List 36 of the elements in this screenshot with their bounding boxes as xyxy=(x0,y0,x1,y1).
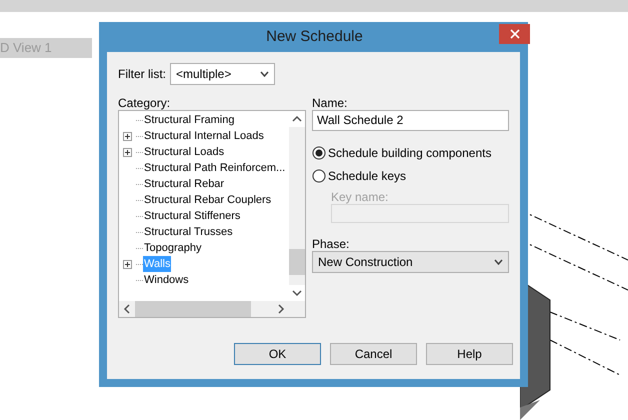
horizontal-scrollbar[interactable] xyxy=(119,301,305,317)
radio-label: Schedule keys xyxy=(328,168,406,185)
tree-item[interactable]: Topography xyxy=(143,240,202,256)
dialog-button[interactable]: Cancel xyxy=(330,343,417,365)
radio-label: Schedule building components xyxy=(328,145,492,162)
tree-item[interactable]: Structural Path Reinforcem... xyxy=(143,160,286,176)
close-button[interactable] xyxy=(499,24,530,44)
window-title: New Schedule xyxy=(266,26,363,47)
key-name-label: Key name: xyxy=(331,189,390,204)
scrollbar-thumb[interactable] xyxy=(135,301,251,317)
radio-button[interactable] xyxy=(312,169,326,183)
tree-item[interactable]: Structural Framing xyxy=(143,112,236,128)
tree-item[interactable]: Structural Trusses xyxy=(143,224,234,240)
filter-label: Filter list: xyxy=(118,66,166,83)
expand-icon[interactable] xyxy=(123,260,132,268)
expand-icon[interactable] xyxy=(123,148,132,156)
tree-item[interactable]: Structural Internal Loads xyxy=(143,128,265,144)
tree-item[interactable]: Structural Stiffeners xyxy=(143,208,242,224)
chevron-down-icon xyxy=(260,71,269,77)
tree-item[interactable]: Structural Rebar Couplers xyxy=(143,192,272,208)
phase-label: Phase: xyxy=(312,236,350,251)
dialog-button[interactable]: Help xyxy=(426,343,513,365)
filter-dropdown[interactable]: <multiple> xyxy=(170,63,275,85)
expand-icon[interactable] xyxy=(123,132,132,140)
tree-item[interactable]: Structural Loads xyxy=(143,144,226,160)
name-field[interactable]: Wall Schedule 2 xyxy=(312,110,509,131)
chevron-down-icon xyxy=(494,259,503,265)
dialog-button[interactable]: OK xyxy=(234,343,321,365)
radio-button[interactable] xyxy=(312,146,326,160)
name-label: Name: xyxy=(312,95,348,110)
scrollbar-thumb[interactable] xyxy=(289,249,305,275)
tree-item[interactable]: Structural Rebar xyxy=(143,176,226,192)
category-label: Category: xyxy=(118,95,172,110)
tree-item[interactable]: Windows xyxy=(143,272,190,288)
phase-dropdown[interactable]: New Construction xyxy=(312,251,509,273)
close-icon xyxy=(510,29,520,39)
